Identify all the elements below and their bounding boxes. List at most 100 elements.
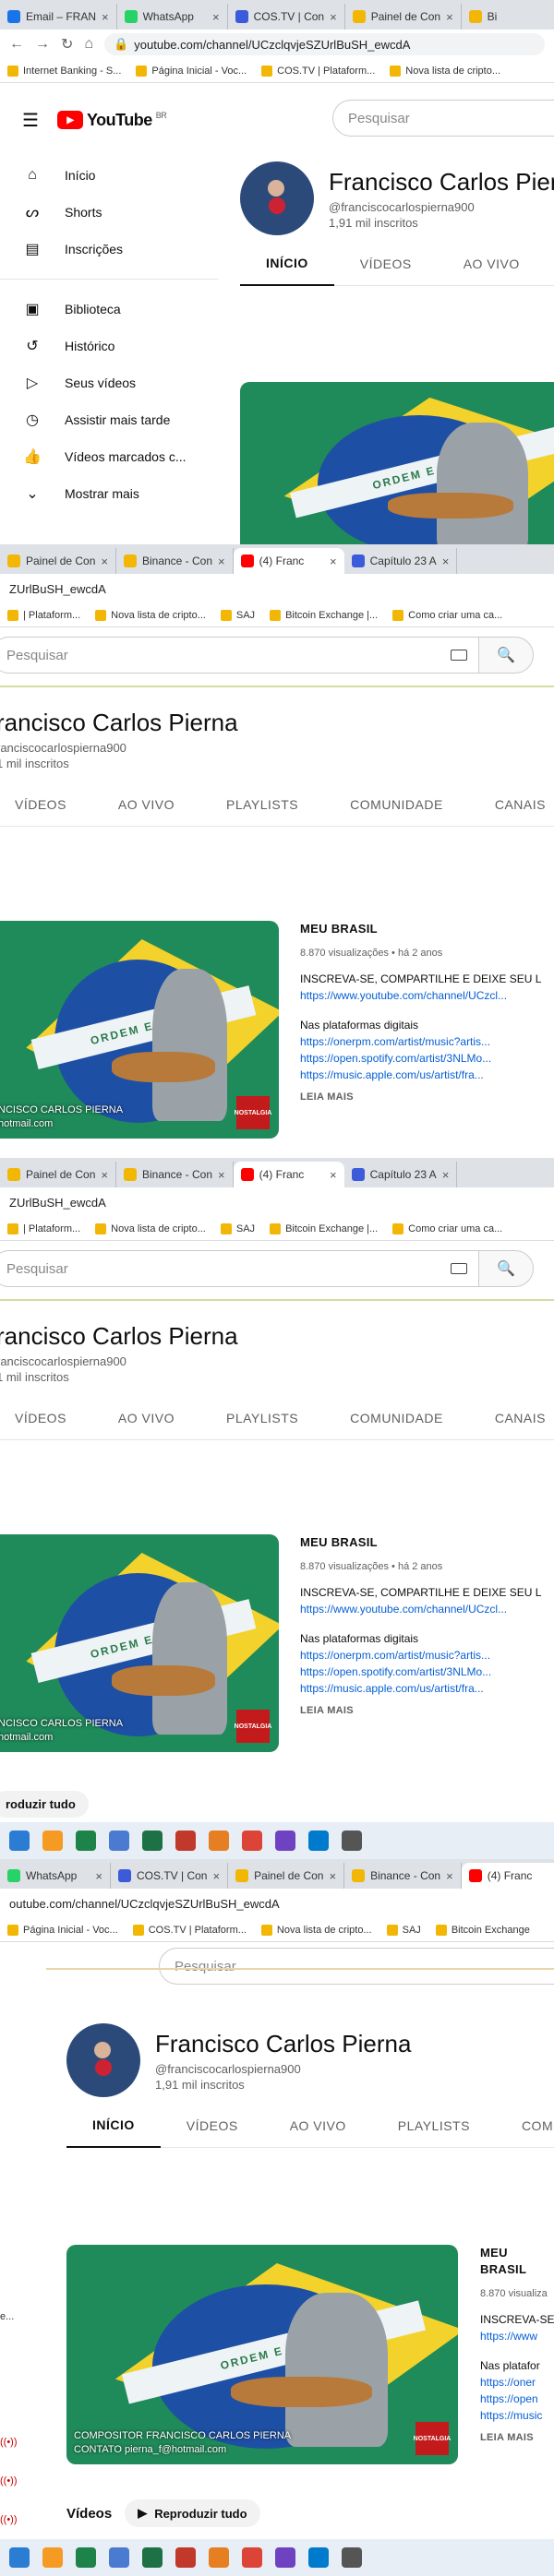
channel-tab[interactable]: COMUNIDADE xyxy=(324,782,469,827)
bookmark-item[interactable]: Página Inicial - Voc... xyxy=(7,1924,118,1936)
url-field[interactable]: 🔒 youtube.com/channel/UCzclqvjeSZUrlBuSH_… xyxy=(104,33,545,55)
tab-close-icon[interactable]: × xyxy=(330,10,337,24)
video-thumbnail[interactable]: ORDEM E PROG COMPOSITOR FRANCISCO CARLOS… xyxy=(66,2245,458,2464)
reload-icon[interactable]: ↻ xyxy=(61,35,73,54)
bookmark-item[interactable]: | Plataform... xyxy=(7,609,80,621)
url-text[interactable]: ZUrlBuSH_ewcdA xyxy=(9,1196,106,1210)
search-input[interactable]: Pesquisar xyxy=(159,1948,554,1985)
bookmark-item[interactable]: Página Inicial - Voc... xyxy=(136,65,247,77)
channel-tab[interactable]: INÍCIO xyxy=(240,242,334,286)
sidebar-item[interactable]: ▷ Seus vídeos xyxy=(0,364,218,401)
read-more-link[interactable]: LEIA MAIS xyxy=(300,1089,541,1105)
bookmark-item[interactable]: SAJ xyxy=(220,609,255,621)
channel-tab[interactable]: VÍDEOS xyxy=(0,782,92,827)
channel-tab[interactable]: AO VIVO xyxy=(92,1396,200,1440)
bookmark-item[interactable]: Nova lista de cripto... xyxy=(260,1924,372,1936)
video-link[interactable]: https://oner xyxy=(480,2374,554,2391)
tab-close-icon[interactable]: × xyxy=(442,555,450,568)
video-thumbnail[interactable]: ORDEM E PROG xyxy=(240,382,554,544)
channel-tab[interactable]: COMUNIDADE xyxy=(324,1396,469,1440)
sidebar-item[interactable]: ᔕ Shorts xyxy=(0,194,218,231)
search-button[interactable]: 🔍 xyxy=(478,1250,534,1287)
channel-tab[interactable]: VÍDEOS xyxy=(334,242,438,286)
sidebar-item[interactable]: ⌂ Início xyxy=(0,157,218,194)
taskbar-app-icon[interactable] xyxy=(209,1831,229,1851)
tab-close-icon[interactable]: × xyxy=(442,1168,450,1182)
channel-tab[interactable]: AO VIVO xyxy=(438,242,546,286)
video-link[interactable]: https://open.spotify.com/artist/3NLMo... xyxy=(300,1050,541,1067)
sidebar-item[interactable]: 👍 Vídeos marcados c... xyxy=(0,438,218,475)
tab-close-icon[interactable]: × xyxy=(329,1869,336,1883)
browser-tab[interactable]: Binance - Con × xyxy=(116,1162,234,1187)
bookmark-item[interactable]: Nova lista de cripto... xyxy=(95,609,206,621)
video-link[interactable]: https://onerpm.com/artist/music?artis... xyxy=(300,1647,541,1664)
browser-tab[interactable]: Painel de Con × xyxy=(0,548,116,574)
bookmark-item[interactable]: COS.TV | Plataform... xyxy=(132,1924,247,1936)
taskbar-app-icon[interactable] xyxy=(308,2547,329,2568)
browser-tab[interactable]: Capítulo 23 A × xyxy=(344,1162,458,1187)
tab-close-icon[interactable]: × xyxy=(102,10,109,24)
taskbar-app-icon[interactable] xyxy=(76,1831,96,1851)
video-title[interactable]: MEU BRASIL xyxy=(480,2245,554,2278)
tab-close-icon[interactable]: × xyxy=(212,1869,220,1883)
channel-tab[interactable]: CANAIS xyxy=(469,782,554,827)
bookmark-item[interactable]: Bitcoin Exchange |... xyxy=(270,1222,378,1234)
search-input[interactable]: Pesquisar xyxy=(332,100,554,137)
browser-tab[interactable]: Email – FRAN × xyxy=(0,4,117,30)
browser-tab[interactable]: Painel de Con × xyxy=(0,1162,116,1187)
video-thumbnail[interactable]: ORDEM E PROG NCISCO CARLOS PIERNA hotmail… xyxy=(0,921,279,1139)
bookmark-item[interactable]: Como criar uma ca... xyxy=(392,609,502,621)
sidebar-item[interactable]: ▣ Biblioteca xyxy=(0,291,218,328)
tab-close-icon[interactable]: × xyxy=(446,1869,453,1883)
taskbar-app-icon[interactable] xyxy=(175,1831,196,1851)
play-all-button[interactable]: ▶ Reproduzir tudo xyxy=(125,2499,260,2527)
taskbar-app-icon[interactable] xyxy=(42,2547,63,2568)
youtube-logo[interactable]: ▶ YouTube BR xyxy=(56,111,167,130)
taskbar-app-icon[interactable] xyxy=(9,1831,30,1851)
keyboard-icon[interactable] xyxy=(451,1263,467,1274)
taskbar-app-icon[interactable] xyxy=(76,2547,96,2568)
channel-avatar[interactable] xyxy=(66,2023,140,2097)
url-text[interactable]: outube.com/channel/UCzclqvjeSZUrlBuSH_ew… xyxy=(9,1897,280,1911)
sidebar-item[interactable]: ↺ Histórico xyxy=(0,328,218,364)
taskbar-app-icon[interactable] xyxy=(175,2547,196,2568)
bookmark-item[interactable]: Como criar uma ca... xyxy=(392,1222,502,1234)
read-more-link[interactable]: LEIA MAIS xyxy=(300,1702,541,1719)
video-title[interactable]: MEU BRASIL xyxy=(300,921,541,937)
keyboard-icon[interactable] xyxy=(451,650,467,661)
bookmark-item[interactable]: SAJ xyxy=(220,1222,255,1234)
channel-avatar[interactable] xyxy=(240,161,314,235)
taskbar-app-icon[interactable] xyxy=(109,1831,129,1851)
tab-close-icon[interactable]: × xyxy=(212,10,220,24)
taskbar-app-icon[interactable] xyxy=(209,2547,229,2568)
video-link[interactable]: https://www.youtube.com/channel/UCzcl... xyxy=(300,987,541,1004)
url-text[interactable]: ZUrlBuSH_ewcdA xyxy=(9,582,106,596)
browser-tab[interactable]: Binance - Con × xyxy=(344,1863,462,1889)
search-input[interactable]: Pesquisar xyxy=(0,1250,489,1287)
browser-tab[interactable]: Painel de Con × xyxy=(228,1863,345,1889)
search-button[interactable]: 🔍 xyxy=(478,637,534,674)
back-icon[interactable]: ← xyxy=(9,36,24,53)
bookmark-item[interactable]: | Plataform... xyxy=(7,1222,80,1234)
taskbar-app-icon[interactable] xyxy=(275,2547,295,2568)
video-link[interactable]: https://open xyxy=(480,2391,554,2407)
browser-tab[interactable]: (4) Franc× xyxy=(233,548,344,574)
video-link[interactable]: https://open.spotify.com/artist/3NLMo... xyxy=(300,1664,541,1680)
read-more-link[interactable]: LEIA MAIS xyxy=(480,2429,554,2446)
video-link[interactable]: https://www xyxy=(480,2328,554,2344)
bookmark-item[interactable]: COS.TV | Plataform... xyxy=(261,65,375,77)
video-link[interactable]: https://www.youtube.com/channel/UCzcl... xyxy=(300,1601,541,1617)
channel-tab[interactable]: CANAIS xyxy=(469,1396,554,1440)
browser-tab[interactable]: (4) Franc× xyxy=(461,1863,554,1889)
taskbar-app-icon[interactable] xyxy=(342,1831,362,1851)
taskbar-app-icon[interactable] xyxy=(9,2547,30,2568)
home-icon[interactable]: ⌂ xyxy=(84,36,93,53)
channel-tab[interactable]: PLAYLISTS xyxy=(200,782,324,827)
search-input[interactable]: Pesquisar xyxy=(0,637,489,674)
taskbar-app-icon[interactable] xyxy=(242,2547,262,2568)
channel-tab[interactable]: PLAYLISTS xyxy=(372,2104,496,2148)
bookmark-item[interactable]: Internet Banking - S... xyxy=(7,65,121,77)
tab-close-icon[interactable]: × xyxy=(330,1168,337,1182)
browser-tab[interactable]: WhatsApp × xyxy=(0,1863,111,1889)
browser-tab[interactable]: COS.TV | Con × xyxy=(111,1863,229,1889)
